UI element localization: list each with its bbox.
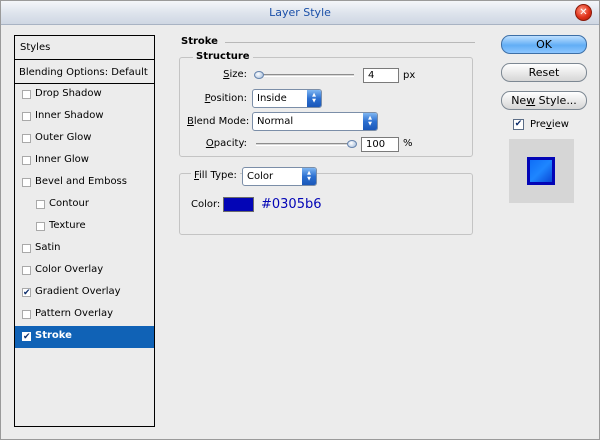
- opacity-slider-knob[interactable]: [347, 140, 357, 148]
- style-item-label: Bevel and Emboss: [35, 176, 127, 187]
- size-slider[interactable]: [256, 74, 354, 77]
- size-label: Size:: [223, 69, 247, 80]
- position-value: Inside: [257, 93, 287, 104]
- blending-options-item[interactable]: Blending Options: Default: [15, 60, 154, 84]
- blending-options-label: Blending Options: Default: [19, 67, 148, 78]
- style-checkbox[interactable]: [22, 90, 31, 99]
- color-swatch[interactable]: [223, 197, 254, 212]
- position-select[interactable]: Inside ▲ ▼: [252, 89, 322, 108]
- preview-checkbox[interactable]: ✔: [513, 119, 524, 130]
- style-item-label: Pattern Overlay: [35, 308, 114, 319]
- styles-header-label: Styles: [20, 42, 51, 53]
- style-item-satin[interactable]: Satin: [15, 238, 154, 260]
- style-preview-box: [509, 139, 574, 203]
- style-item-label: Contour: [49, 198, 89, 209]
- style-item-stroke[interactable]: Stroke: [15, 326, 154, 348]
- style-item-pattern-overlay[interactable]: Pattern Overlay: [15, 304, 154, 326]
- style-item-label: Inner Shadow: [35, 110, 104, 121]
- opacity-unit: %: [403, 138, 413, 149]
- updown-arrow-icon: ▲ ▼: [363, 113, 377, 130]
- color-label: Color:: [191, 199, 221, 210]
- style-checkbox[interactable]: [22, 332, 31, 341]
- blend-mode-label: Blend Mode:: [187, 116, 250, 127]
- style-checkbox[interactable]: [22, 156, 31, 165]
- style-checkbox[interactable]: [36, 222, 45, 231]
- updown-arrow-icon: ▲ ▼: [302, 168, 316, 185]
- opacity-input[interactable]: 100: [361, 137, 399, 152]
- style-item-color-overlay[interactable]: Color Overlay: [15, 260, 154, 282]
- size-slider-knob[interactable]: [254, 71, 264, 79]
- style-checkbox[interactable]: [36, 200, 45, 209]
- close-icon[interactable]: ✕: [575, 4, 592, 21]
- style-item-label: Stroke: [35, 330, 72, 341]
- preview-stroke-swatch: [527, 157, 555, 185]
- style-item-texture[interactable]: Texture: [15, 216, 154, 238]
- layer-style-dialog: Layer Style ✕ Styles Blending Options: D…: [0, 0, 600, 440]
- position-label: Position:: [204, 93, 247, 104]
- styles-header[interactable]: Styles: [15, 36, 154, 60]
- style-checkbox[interactable]: [22, 288, 31, 297]
- size-unit: px: [403, 70, 416, 81]
- style-checkbox[interactable]: [22, 310, 31, 319]
- ok-button[interactable]: OK: [501, 35, 587, 54]
- style-item-label: Satin: [35, 242, 61, 253]
- style-checkbox[interactable]: [22, 178, 31, 187]
- style-item-bevel-and-emboss[interactable]: Bevel and Emboss: [15, 172, 154, 194]
- preview-fill-swatch: [530, 160, 552, 182]
- size-input[interactable]: 4: [363, 68, 399, 83]
- style-item-label: Texture: [49, 220, 86, 231]
- blend-mode-value: Normal: [257, 116, 294, 127]
- style-item-label: Outer Glow: [35, 132, 92, 143]
- fill-type-select[interactable]: Color ▲ ▼: [242, 167, 317, 186]
- style-item-outer-glow[interactable]: Outer Glow: [15, 128, 154, 150]
- style-item-label: Color Overlay: [35, 264, 104, 275]
- style-item-label: Inner Glow: [35, 154, 89, 165]
- fill-type-value: Color: [247, 171, 274, 182]
- color-hex: #0305b6: [261, 197, 322, 212]
- style-item-drop-shadow[interactable]: Drop Shadow: [15, 84, 154, 106]
- opacity-label: Opacity:: [205, 138, 247, 149]
- preview-label: Preview: [530, 119, 569, 130]
- updown-arrow-icon: ▲ ▼: [307, 90, 321, 107]
- stroke-group-title: Stroke: [181, 36, 218, 47]
- style-item-label: Gradient Overlay: [35, 286, 121, 297]
- structure-title: Structure: [193, 51, 253, 62]
- style-checkbox[interactable]: [22, 266, 31, 275]
- window-title: Layer Style: [269, 6, 331, 19]
- title-bar: Layer Style ✕: [1, 1, 599, 25]
- style-checkbox[interactable]: [22, 112, 31, 121]
- style-item-gradient-overlay[interactable]: Gradient Overlay: [15, 282, 154, 304]
- new-style-button[interactable]: New Style...: [501, 91, 587, 110]
- stroke-group-divider: [225, 42, 475, 43]
- opacity-slider[interactable]: [256, 143, 354, 146]
- styles-panel: Styles Blending Options: Default Drop Sh…: [14, 35, 155, 427]
- fill-type-label: Fill Type:: [191, 170, 240, 181]
- reset-button[interactable]: Reset: [501, 63, 587, 82]
- style-checkbox[interactable]: [22, 134, 31, 143]
- blend-mode-select[interactable]: Normal ▲ ▼: [252, 112, 378, 131]
- style-item-contour[interactable]: Contour: [15, 194, 154, 216]
- style-item-inner-shadow[interactable]: Inner Shadow: [15, 106, 154, 128]
- style-item-label: Drop Shadow: [35, 88, 102, 99]
- style-checkbox[interactable]: [22, 244, 31, 253]
- style-item-inner-glow[interactable]: Inner Glow: [15, 150, 154, 172]
